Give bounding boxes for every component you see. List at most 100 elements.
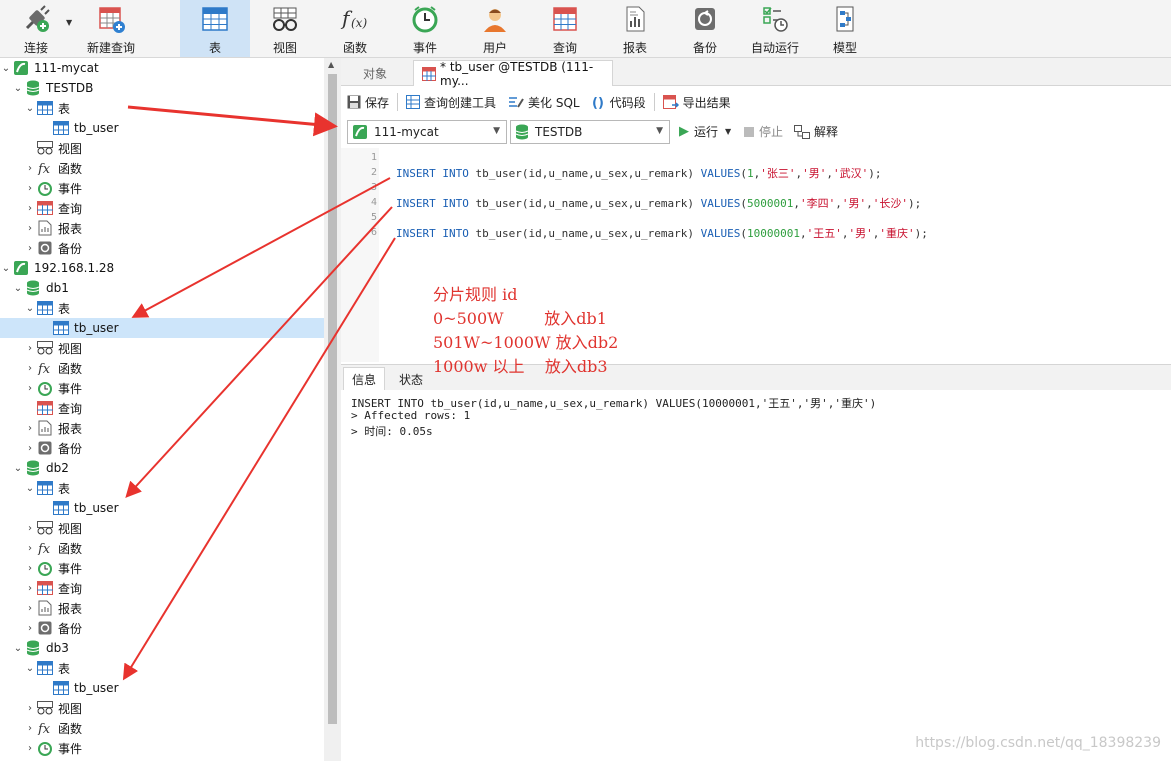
collapse-chevron-icon[interactable]: › bbox=[24, 523, 36, 534]
annotation-line: 分片规则 id bbox=[433, 285, 518, 304]
backup-button[interactable]: 备份 bbox=[675, 0, 735, 57]
collapse-chevron-icon[interactable]: › bbox=[24, 243, 36, 254]
tree-db-db3[interactable]: ⌄ db3 bbox=[0, 638, 324, 658]
tree-events-folder[interactable]: › 事件 bbox=[0, 178, 324, 198]
tab-status[interactable]: 状态 bbox=[391, 367, 431, 391]
new-query-button[interactable]: 新建查询 bbox=[80, 0, 142, 57]
line-number: 4 bbox=[370, 197, 377, 208]
collapse-chevron-icon[interactable]: › bbox=[24, 343, 36, 354]
save-button[interactable]: 保存 bbox=[347, 94, 389, 111]
reports-button[interactable]: 报表 bbox=[605, 0, 665, 57]
run-button[interactable]: ▶ 运行 ▼ bbox=[679, 123, 731, 140]
stop-button[interactable]: 停止 bbox=[744, 123, 783, 140]
tree-reports-folder[interactable]: › 报表 bbox=[0, 218, 324, 238]
tree-backups-folder[interactable]: › 备份 bbox=[0, 438, 324, 458]
export-results-button[interactable]: 导出结果 bbox=[662, 94, 731, 111]
tree-views-folder[interactable]: › 视图 bbox=[0, 338, 324, 358]
tree-functions-folder[interactable]: › fx 函数 bbox=[0, 358, 324, 378]
tree-db-db1[interactable]: ⌄ db1 bbox=[0, 278, 324, 298]
nav-scrollbar[interactable]: ▲ bbox=[324, 58, 341, 761]
collapse-chevron-icon[interactable]: › bbox=[24, 443, 36, 454]
tree-db-db2[interactable]: ⌄ db2 bbox=[0, 458, 324, 478]
collapse-chevron-icon[interactable]: › bbox=[24, 223, 36, 234]
tree-reports-folder[interactable]: › 报表 bbox=[0, 598, 324, 618]
collapse-chevron-icon[interactable]: › bbox=[24, 743, 36, 754]
collapse-chevron-icon[interactable]: › bbox=[24, 383, 36, 394]
tree-connection-mycat[interactable]: ⌄ 111-mycat bbox=[0, 58, 324, 78]
expand-chevron-icon[interactable]: ⌄ bbox=[0, 263, 12, 274]
tree-views-folder[interactable]: 视图 bbox=[0, 138, 324, 158]
expand-chevron-icon[interactable]: ⌄ bbox=[0, 63, 12, 74]
tree-label: db2 bbox=[46, 461, 69, 475]
collapse-chevron-icon[interactable]: › bbox=[24, 703, 36, 714]
collapse-chevron-icon[interactable]: › bbox=[24, 203, 36, 214]
events-button[interactable]: 事件 bbox=[395, 0, 455, 57]
collapse-chevron-icon[interactable]: › bbox=[24, 723, 36, 734]
tree-backups-folder[interactable]: › 备份 bbox=[0, 618, 324, 638]
tree-functions-folder[interactable]: › fx 函数 bbox=[0, 538, 324, 558]
tree-events-folder[interactable]: › 事件 bbox=[0, 738, 324, 758]
tree-connection-192-168-1-28[interactable]: ⌄ 192.168.1.28 bbox=[0, 258, 324, 278]
collapse-chevron-icon[interactable]: › bbox=[24, 363, 36, 374]
tree-reports-folder[interactable]: › 报表 bbox=[0, 418, 324, 438]
queries-button[interactable]: 查询 bbox=[535, 0, 595, 57]
expand-chevron-icon[interactable]: ⌄ bbox=[12, 643, 24, 654]
collapse-chevron-icon[interactable]: › bbox=[24, 583, 36, 594]
connect-dropdown-caret[interactable]: ▼ bbox=[66, 18, 72, 27]
tree-queries-folder[interactable]: › 查询 bbox=[0, 578, 324, 598]
tree-functions-folder[interactable]: › fx 函数 bbox=[0, 158, 324, 178]
connection-select[interactable]: 111-mycat ▼ bbox=[347, 120, 507, 144]
collapse-chevron-icon[interactable]: › bbox=[24, 183, 36, 194]
tree-queries-folder[interactable]: › 查询 bbox=[0, 198, 324, 218]
tab-query-tb-user[interactable]: * tb_user @TESTDB (111-my... bbox=[413, 60, 613, 88]
function-icon: fx bbox=[36, 160, 54, 176]
expand-chevron-icon[interactable]: ⌄ bbox=[12, 283, 24, 294]
expand-chevron-icon[interactable]: ⌄ bbox=[24, 303, 36, 314]
tree-events-folder[interactable]: › 事件 bbox=[0, 558, 324, 578]
tree-events-folder[interactable]: › 事件 bbox=[0, 378, 324, 398]
collapse-chevron-icon[interactable]: › bbox=[24, 603, 36, 614]
tree-table-tb-user[interactable]: tb_user bbox=[0, 678, 324, 698]
collapse-chevron-icon[interactable]: › bbox=[24, 543, 36, 554]
database-select[interactable]: TESTDB ▼ bbox=[510, 120, 670, 144]
tree-table-tb-user[interactable]: tb_user bbox=[0, 498, 324, 518]
expand-chevron-icon[interactable]: ⌄ bbox=[12, 463, 24, 474]
tree-tables-folder[interactable]: ⌄ 表 bbox=[0, 658, 324, 678]
sql-line: INSERT INTO tb_user(id,u_name,u_sex,u_re… bbox=[396, 227, 928, 240]
tab-info[interactable]: 信息 bbox=[343, 367, 386, 391]
tree-views-folder[interactable]: › 视图 bbox=[0, 518, 324, 538]
expand-chevron-icon[interactable]: ⌄ bbox=[12, 83, 24, 94]
functions-button[interactable]: f (x) 函数 bbox=[325, 0, 385, 57]
expand-chevron-icon[interactable]: ⌄ bbox=[24, 663, 36, 674]
tree-tables-folder[interactable]: ⌄ 表 bbox=[0, 298, 324, 318]
tree-queries-folder[interactable]: 查询 bbox=[0, 398, 324, 418]
collapse-chevron-icon[interactable]: › bbox=[24, 163, 36, 174]
query-builder-button[interactable]: 查询创建工具 bbox=[406, 94, 496, 111]
tree-functions-folder[interactable]: › fx 函数 bbox=[0, 718, 324, 738]
tree-table-tb-user[interactable]: tb_user bbox=[0, 118, 324, 138]
views-button[interactable]: 视图 bbox=[255, 0, 315, 57]
scrollbar-thumb[interactable] bbox=[328, 74, 337, 724]
tree-tables-folder[interactable]: ⌄ 表 bbox=[0, 478, 324, 498]
collapse-chevron-icon[interactable]: › bbox=[24, 423, 36, 434]
code-snippet-button[interactable]: () 代码段 bbox=[592, 94, 646, 111]
chevron-down-icon[interactable]: ▼ bbox=[725, 127, 731, 136]
connect-button[interactable]: 连接 bbox=[10, 0, 62, 57]
scroll-up-arrow-icon[interactable]: ▲ bbox=[328, 60, 334, 69]
schedule-button[interactable]: 自动运行 bbox=[745, 0, 805, 57]
tables-button[interactable]: 表 bbox=[180, 0, 250, 57]
users-button[interactable]: 用户 bbox=[465, 0, 525, 57]
tree-backups-folder[interactable]: › 备份 bbox=[0, 238, 324, 258]
tree-db-testdb[interactable]: ⌄ TESTDB bbox=[0, 78, 324, 98]
beautify-sql-button[interactable]: 美化 SQL bbox=[508, 94, 580, 111]
expand-chevron-icon[interactable]: ⌄ bbox=[24, 483, 36, 494]
tree-views-folder[interactable]: › 视图 bbox=[0, 698, 324, 718]
collapse-chevron-icon[interactable]: › bbox=[24, 623, 36, 634]
explain-button[interactable]: 解释 bbox=[794, 123, 838, 140]
tree-table-tb-user[interactable]: tb_user bbox=[0, 318, 324, 338]
tree-tables-folder[interactable]: ⌄ 表 bbox=[0, 98, 324, 118]
tab-objects[interactable]: 对象 bbox=[355, 60, 395, 86]
expand-chevron-icon[interactable]: ⌄ bbox=[24, 103, 36, 114]
collapse-chevron-icon[interactable]: › bbox=[24, 563, 36, 574]
model-button[interactable]: 模型 bbox=[815, 0, 875, 57]
